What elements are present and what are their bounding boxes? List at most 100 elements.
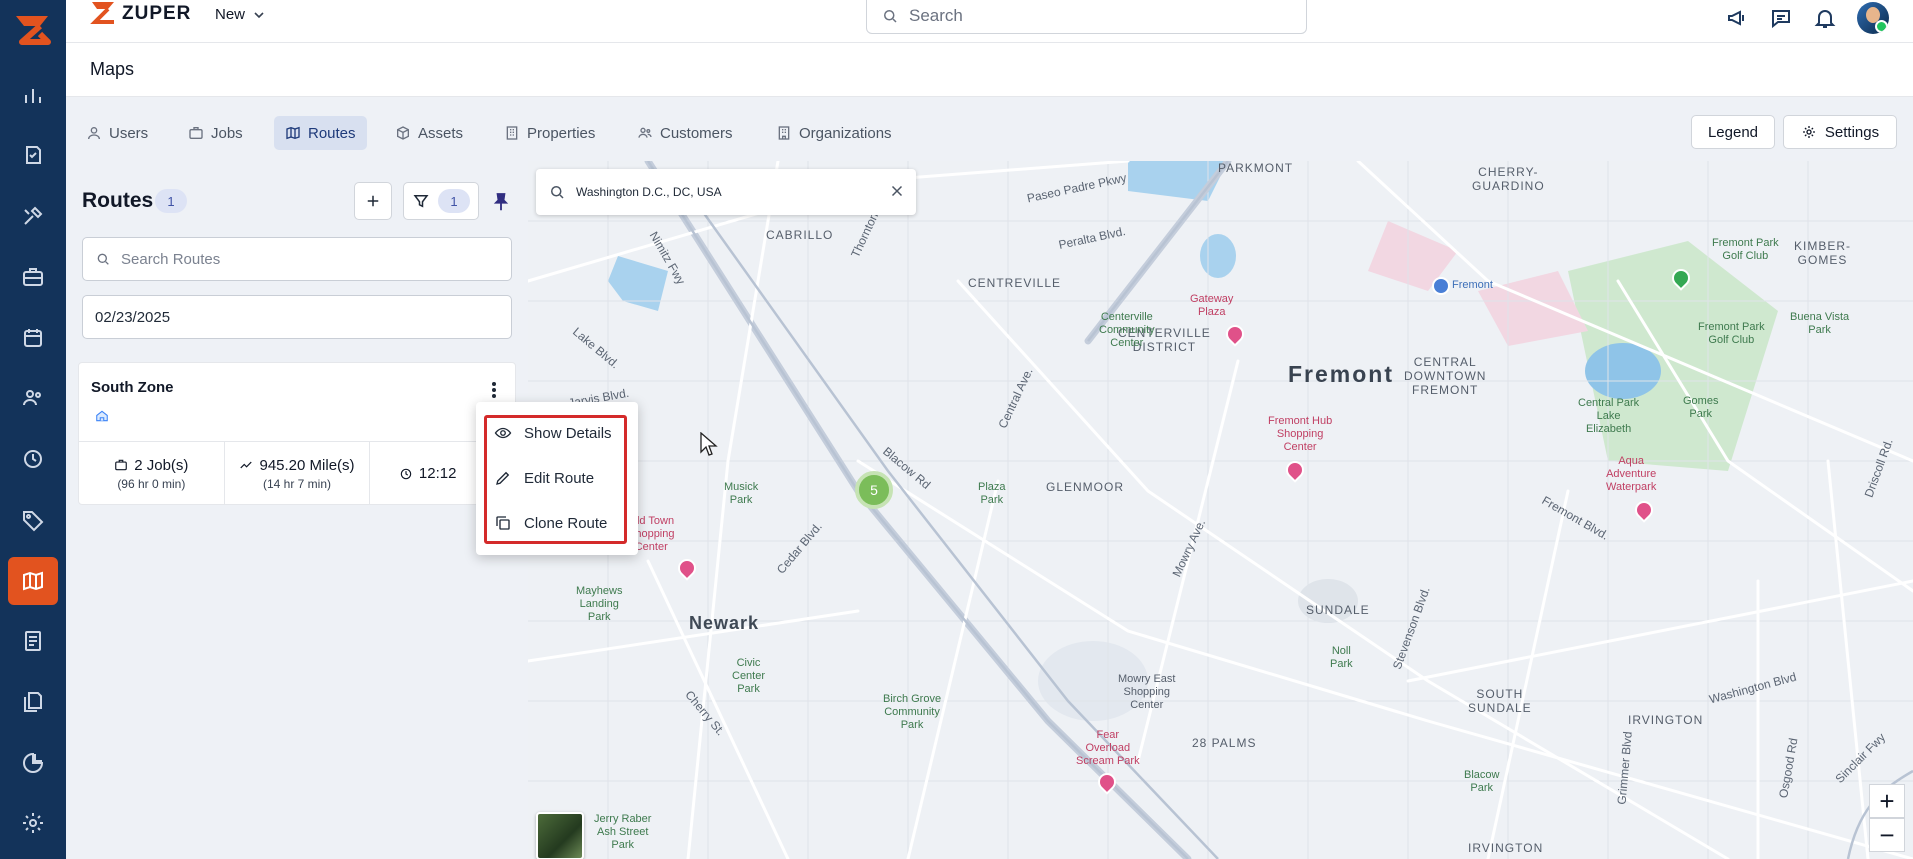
map-label: CABRILLO xyxy=(766,228,834,242)
zuper-logo-icon[interactable] xyxy=(10,8,54,52)
filter-button[interactable]: 1 xyxy=(403,182,479,220)
chat-icon[interactable] xyxy=(1769,6,1793,30)
tab-customers-label: Customers xyxy=(660,124,733,142)
nav-clock-icon[interactable] xyxy=(8,435,58,483)
map-label: GLENMOOR xyxy=(1046,480,1125,494)
tab-jobs-label: Jobs xyxy=(211,124,243,142)
map-location-search[interactable]: Washington D.C., DC, USA xyxy=(536,169,916,215)
briefcase-icon xyxy=(115,459,128,471)
route-distance-duration: (14 hr 7 min) xyxy=(262,476,332,491)
gear-icon xyxy=(1802,126,1815,138)
route-more-options-button[interactable] xyxy=(487,379,501,401)
search-icon xyxy=(551,186,564,199)
map-poi-label: Fremont Hub Shopping Center xyxy=(1268,415,1333,453)
map-label: CENTRAL DOWNTOWN FREMONT xyxy=(1404,355,1487,397)
tab-assets-label: Assets xyxy=(418,124,464,142)
edit-route-menu-item[interactable]: Edit Route xyxy=(494,465,594,491)
zoom-in-button[interactable]: + xyxy=(1869,784,1905,818)
tab-organizations[interactable]: Organizations xyxy=(765,116,903,150)
map-park-label: Jerry Raber Ash Street Park xyxy=(594,813,652,851)
nav-jobs-icon[interactable] xyxy=(8,131,58,179)
map-park-label: Mayhews Landing Park xyxy=(576,585,623,623)
tab-properties[interactable]: Properties xyxy=(493,116,606,150)
new-dropdown-button[interactable]: New xyxy=(215,6,265,23)
settings-label: Settings xyxy=(1824,123,1880,141)
route-time: 12:12 xyxy=(418,465,457,482)
pin-panel-button[interactable] xyxy=(490,191,512,213)
map-park-label: Fremont Park Golf Club xyxy=(1698,321,1765,346)
avatar[interactable] xyxy=(1857,2,1889,34)
tab-users[interactable]: Users xyxy=(75,116,159,150)
nav-tools-icon[interactable] xyxy=(8,192,58,240)
edit-route-label: Edit Route xyxy=(524,469,595,487)
trend-icon xyxy=(240,461,253,469)
nav-calendar-icon[interactable] xyxy=(8,314,58,362)
map-park-label: Noll Park xyxy=(1330,645,1353,670)
user-icon xyxy=(88,127,100,140)
top-bar: ZUPER New Search xyxy=(66,0,1913,43)
map-poi-pin[interactable] xyxy=(1432,277,1450,295)
show-details-label: Show Details xyxy=(524,424,612,442)
nav-tag-icon[interactable] xyxy=(8,496,58,544)
show-details-menu-item[interactable]: Show Details xyxy=(494,420,612,446)
home-icon xyxy=(95,409,109,423)
map-poi-label: Gateway Plaza xyxy=(1190,293,1234,318)
filter-icon xyxy=(413,195,429,208)
tab-organizations-label: Organizations xyxy=(799,124,892,142)
map-label: IRVINGTON xyxy=(1628,713,1704,727)
route-name: South Zone xyxy=(91,379,174,396)
route-jobs: 2 Job(s) xyxy=(134,456,189,474)
clock-icon xyxy=(400,468,412,479)
map-label: Fremont xyxy=(1288,361,1394,387)
global-search-input[interactable]: Search xyxy=(866,0,1307,34)
nav-documents-icon[interactable] xyxy=(8,678,58,726)
map-label: KIMBER- GOMES xyxy=(1794,239,1852,267)
map-park-label: Fremont Park Golf Club xyxy=(1712,237,1779,262)
briefcase-icon xyxy=(189,127,203,139)
map-poi-label: Fear Overload Scream Park xyxy=(1076,729,1140,767)
satellite-toggle[interactable] xyxy=(536,812,584,859)
bell-icon[interactable] xyxy=(1813,6,1837,30)
job-cluster-marker[interactable]: 5 xyxy=(855,471,893,509)
search-routes-field[interactable] xyxy=(82,237,512,281)
zoom-out-button[interactable]: − xyxy=(1869,818,1905,852)
map-label: Newark xyxy=(689,613,760,633)
nav-invoice-icon[interactable] xyxy=(8,617,58,665)
top-actions xyxy=(1725,2,1889,34)
map-poi-label: Fremont xyxy=(1452,279,1493,291)
map-park-label: Buena Vista Park xyxy=(1790,311,1850,336)
settings-button[interactable]: Settings xyxy=(1783,115,1897,149)
megaphone-icon[interactable] xyxy=(1725,6,1749,30)
tab-routes[interactable]: Routes xyxy=(274,116,367,150)
close-icon[interactable] xyxy=(888,182,906,200)
tab-customers[interactable]: Customers xyxy=(626,116,744,150)
nav-maps-icon[interactable] xyxy=(8,557,58,605)
route-context-menu: Show Details Edit Route Clone Route xyxy=(476,402,638,555)
nav-briefcase-icon[interactable] xyxy=(8,253,58,301)
add-route-button[interactable] xyxy=(354,182,392,220)
route-jobs-stat: 2 Job(s) (96 hr 0 min) xyxy=(79,442,225,505)
tab-routes-label: Routes xyxy=(308,124,356,142)
tab-jobs[interactable]: Jobs xyxy=(177,116,254,150)
route-date-value: 02/23/2025 xyxy=(95,308,171,326)
legend-button[interactable]: Legend xyxy=(1691,115,1775,149)
map-label: SUNDALE xyxy=(1306,603,1370,617)
clone-route-menu-item[interactable]: Clone Route xyxy=(494,510,607,536)
nav-users-icon[interactable] xyxy=(8,374,58,422)
map-view[interactable]: PARKMONT CHERRY- GUARDINO CABRILLO CENTR… xyxy=(528,161,1913,859)
nav-settings-icon[interactable] xyxy=(8,799,58,847)
zuper-brand-icon xyxy=(90,2,114,24)
nav-dashboard-icon[interactable] xyxy=(8,71,58,119)
route-date-field[interactable]: 02/23/2025 xyxy=(82,295,512,339)
map-label: CHERRY- GUARDINO xyxy=(1472,165,1545,193)
building-icon xyxy=(506,126,518,140)
search-routes-input[interactable] xyxy=(121,250,481,268)
route-distance: 945.20 Mile(s) xyxy=(259,456,355,474)
route-card[interactable]: South Zone 2 Job(s) (96 hr 0 min) 945.20… xyxy=(78,362,516,505)
map-label: SOUTH SUNDALE xyxy=(1468,687,1532,715)
nav-reports-icon[interactable] xyxy=(8,739,58,787)
brand-logo[interactable]: ZUPER xyxy=(88,0,191,28)
tab-assets[interactable]: Assets xyxy=(384,116,474,150)
legend-label: Legend xyxy=(1707,123,1759,141)
box-icon xyxy=(397,126,409,140)
